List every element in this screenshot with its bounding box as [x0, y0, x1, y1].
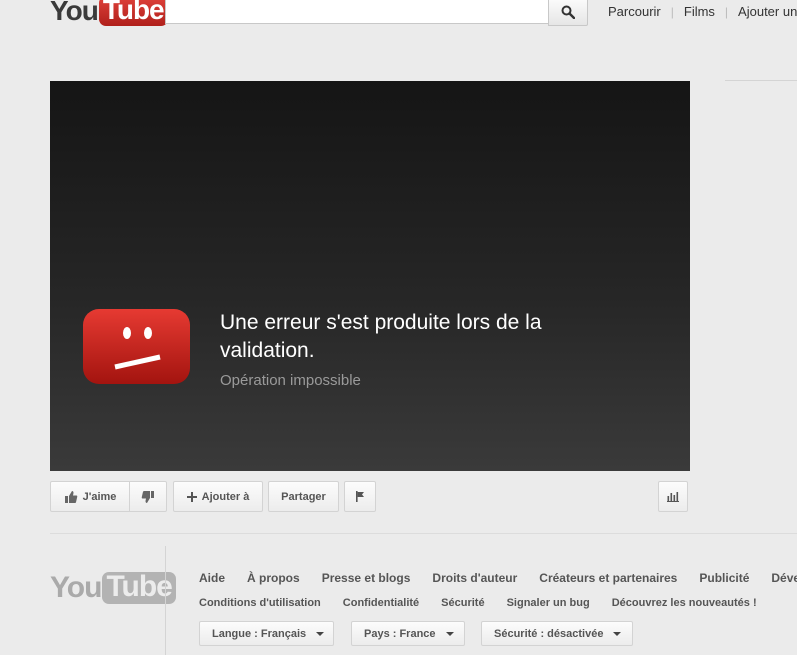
like-label: J'aime: [82, 490, 117, 503]
footer-link-advertising[interactable]: Publicité: [699, 571, 749, 585]
nav-movies-link[interactable]: Films: [684, 4, 715, 19]
footer-logo-you-text: You: [50, 571, 102, 604]
logo-tube-text: Tube: [98, 0, 168, 26]
search-input[interactable]: [165, 0, 548, 24]
nav-upload-link[interactable]: Ajouter un: [738, 4, 797, 19]
top-nav: Parcourir | Films | Ajouter un: [608, 4, 797, 19]
chevron-down-icon: [613, 631, 622, 636]
footer-link-about[interactable]: À propos: [247, 571, 300, 585]
thumbs-up-icon: [64, 490, 77, 503]
thumbs-down-icon: [141, 490, 154, 503]
footer-link-press[interactable]: Presse et blogs: [322, 571, 411, 585]
footer-link-developers[interactable]: Déve: [771, 571, 797, 585]
footer-link-privacy[interactable]: Confidentialité: [343, 597, 419, 609]
footer-link-safety[interactable]: Sécurité: [441, 597, 484, 609]
chevron-down-icon: [445, 631, 454, 636]
country-label: Pays : France: [364, 627, 436, 640]
search-icon: [561, 5, 575, 19]
footer-link-whats-new[interactable]: Découvrez les nouveautés !: [612, 597, 757, 609]
add-to-button[interactable]: Ajouter à: [173, 481, 263, 512]
footer-vertical-divider: [165, 546, 166, 655]
error-message-subtitle: Opération impossible: [220, 372, 361, 389]
error-message-title: Une erreur s'est produite lors de la val…: [220, 311, 542, 362]
footer-main-links: Aide À propos Presse et blogs Droits d'a…: [199, 571, 797, 585]
add-to-label: Ajouter à: [201, 490, 250, 503]
dislike-button[interactable]: [129, 481, 167, 512]
safety-mode-label: Sécurité : désactivée: [494, 627, 604, 640]
footer-link-help[interactable]: Aide: [199, 571, 225, 585]
sidebar-divider: [725, 80, 797, 81]
safety-mode-dropdown[interactable]: Sécurité : désactivée: [481, 621, 633, 646]
search-bar: [165, 0, 588, 26]
chevron-down-icon: [316, 631, 325, 636]
footer-link-terms[interactable]: Conditions d'utilisation: [199, 597, 321, 609]
nav-separator: |: [670, 4, 674, 19]
stats-button[interactable]: [658, 481, 688, 512]
sad-tv-error-icon: [83, 309, 190, 384]
country-dropdown[interactable]: Pays : France: [351, 621, 465, 646]
share-label: Partager: [281, 490, 326, 503]
video-player[interactable]: Une erreur s'est produite lors de la val…: [50, 81, 690, 471]
logo-you-text: You: [50, 0, 99, 26]
flag-icon: [356, 491, 364, 502]
flag-button[interactable]: [344, 481, 376, 512]
footer-top-divider: [50, 533, 797, 534]
like-button[interactable]: J'aime: [50, 481, 130, 512]
plus-icon: [186, 491, 197, 502]
footer-link-report-bug[interactable]: Signaler un bug: [507, 597, 590, 609]
footer-sub-links: Conditions d'utilisation Confidentialité…: [199, 597, 779, 609]
share-button[interactable]: Partager: [268, 481, 339, 512]
language-label: Langue : Français: [212, 627, 307, 640]
nav-separator: |: [724, 4, 729, 19]
language-dropdown[interactable]: Langue : Français: [199, 621, 334, 646]
nav-browse-link[interactable]: Parcourir: [608, 4, 661, 19]
bar-chart-icon: [666, 492, 679, 502]
footer-link-copyright[interactable]: Droits d'auteur: [432, 571, 517, 585]
youtube-logo[interactable]: You Tube: [50, 0, 168, 26]
footer-link-creators[interactable]: Créateurs et partenaires: [539, 571, 677, 585]
search-button[interactable]: [548, 0, 588, 26]
footer-youtube-logo[interactable]: You Tube: [50, 572, 176, 604]
